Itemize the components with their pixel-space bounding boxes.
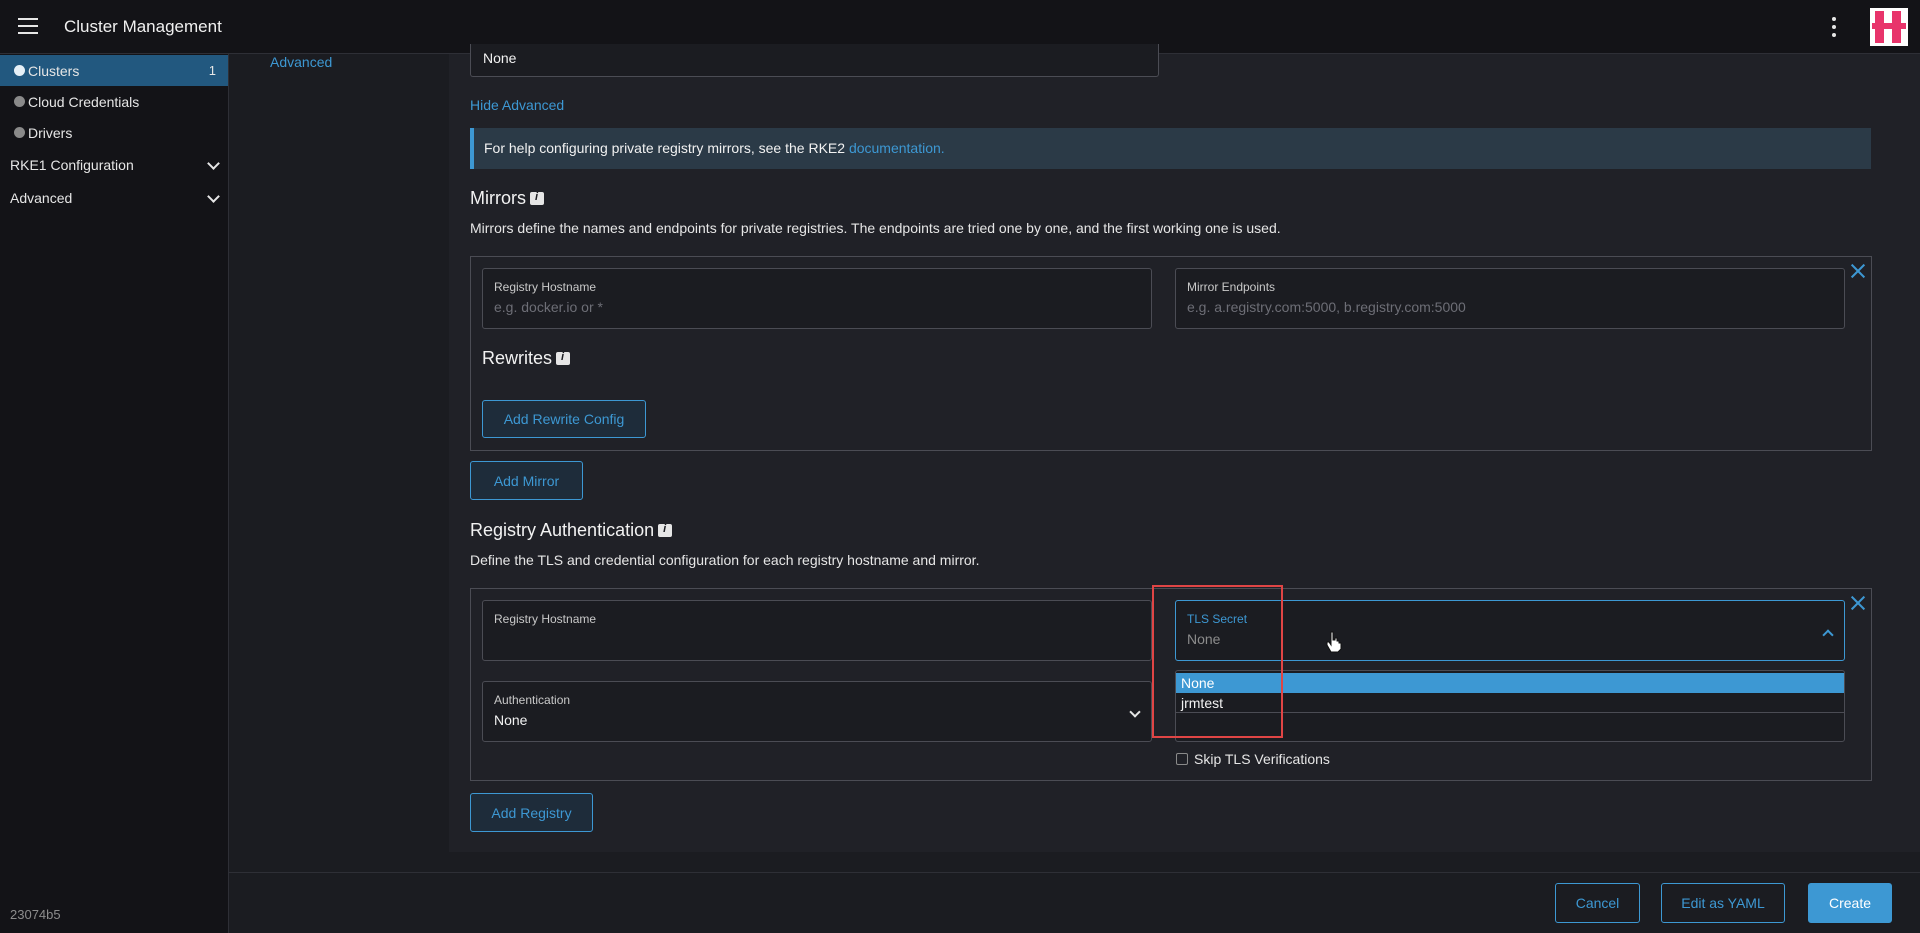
field-label: Registry Hostname [494,280,597,294]
info-banner: For help configuring private registry mi… [470,128,1871,169]
remove-registry-icon[interactable] [1850,595,1866,611]
add-mirror-button[interactable]: Add Mirror [470,461,583,500]
registry-auth-title: Registry Authentication [470,520,673,541]
clusters-count-badge: 1 [208,63,216,78]
brand-logo[interactable] [1870,8,1908,46]
field-label: Mirror Endpoints [1187,280,1276,294]
edit-as-yaml-button[interactable]: Edit as YAML [1661,883,1785,923]
sidebar-item-label: Cloud Credentials [28,93,140,110]
documentation-link[interactable]: documentation. [849,140,945,156]
auth-registry-hostname-field[interactable]: Registry Hostname [482,600,1152,661]
highlight-box [1152,585,1283,738]
sidebar-item-clusters[interactable]: Clusters 1 [0,55,228,86]
cancel-button[interactable]: Cancel [1555,883,1640,923]
kebab-menu-icon[interactable] [1828,16,1840,38]
sidebar-group-label: Advanced [10,189,73,206]
mirrors-title: Mirrors [470,188,544,209]
registry-auth-title-text: Registry Authentication [470,520,655,540]
authentication-value: None [494,712,528,728]
rewrites-title-text: Rewrites [482,348,553,368]
mirrors-description: Mirrors define the names and endpoints f… [470,220,1281,236]
mirror-registry-hostname-field[interactable]: Registry Hostname [482,268,1152,329]
sidebar-group-label: RKE1 Configuration [10,156,134,173]
field-label: Registry Hostname [494,612,597,626]
top-select-value: None [483,50,517,66]
chevron-down-icon [207,157,220,170]
sidebar-item-label: Clusters [28,62,80,79]
rewrites-title: Rewrites [482,348,571,369]
sidebar-group-rke1-configuration[interactable]: RKE1 Configuration [0,149,228,180]
mirror-endpoints-input[interactable] [1187,299,1789,315]
hamburger-menu-icon[interactable] [18,18,38,34]
top-select-field[interactable]: None [470,44,1159,77]
globe-icon [14,96,25,107]
skip-tls-label: Skip TLS Verifications [1194,751,1330,767]
add-registry-button[interactable]: Add Registry [470,793,593,832]
chevron-up-icon [1822,629,1834,641]
sidebar-item-drivers[interactable]: Drivers [0,117,228,148]
skip-tls-checkbox[interactable] [1176,753,1188,765]
field-label: Authentication [494,693,571,707]
globe-icon [14,65,25,76]
chevron-down-icon [1129,706,1141,718]
section-nav-advanced[interactable]: Advanced [270,54,332,70]
info-icon[interactable] [556,351,571,365]
hide-advanced-link[interactable]: Hide Advanced [470,97,564,113]
mirrors-title-text: Mirrors [470,188,526,208]
sidebar-item-label: Drivers [28,124,73,141]
registry-auth-description: Define the TLS and credential configurat… [470,552,980,568]
remove-mirror-icon[interactable] [1850,263,1866,279]
info-icon[interactable] [530,191,544,205]
info-icon[interactable] [658,523,673,537]
sidebar-group-advanced[interactable]: Advanced [0,182,228,213]
hand-cursor-icon [1325,631,1343,653]
section-nav [250,54,449,852]
app-title: Cluster Management [64,17,222,36]
sidebar-item-cloud-credentials[interactable]: Cloud Credentials [0,86,228,117]
authentication-select[interactable]: Authentication None [482,681,1152,742]
add-rewrite-config-button[interactable]: Add Rewrite Config [482,400,646,438]
chevron-down-icon [207,190,220,203]
mirror-registry-hostname-input[interactable] [494,299,1096,315]
banner-text: For help configuring private registry mi… [484,140,849,156]
mirror-endpoints-field[interactable]: Mirror Endpoints [1175,268,1845,329]
create-button[interactable]: Create [1808,883,1892,923]
globe-icon [14,127,25,138]
build-version: 23074b5 [10,907,61,922]
